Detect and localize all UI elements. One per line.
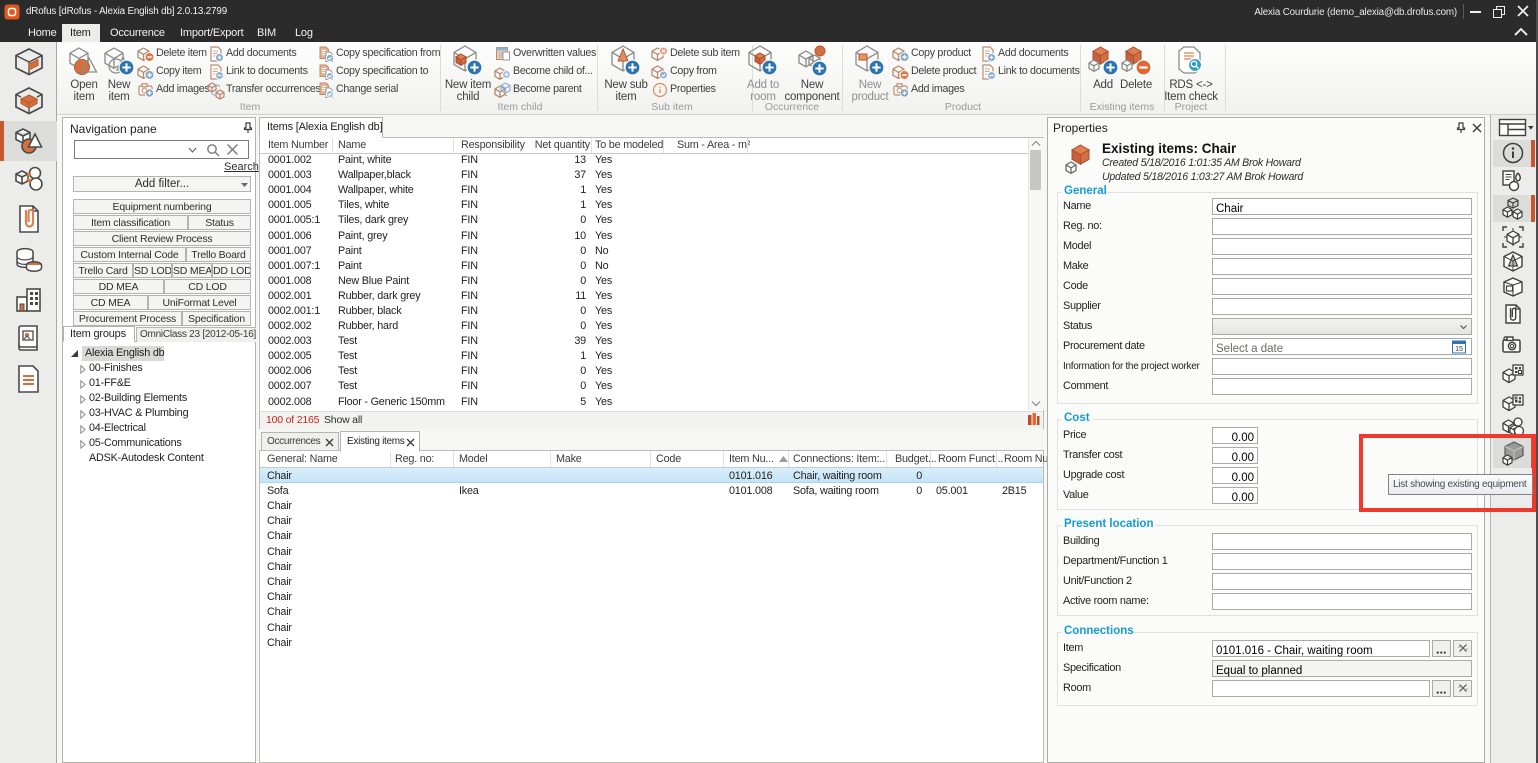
svg-text:15: 15 bbox=[1455, 346, 1463, 353]
